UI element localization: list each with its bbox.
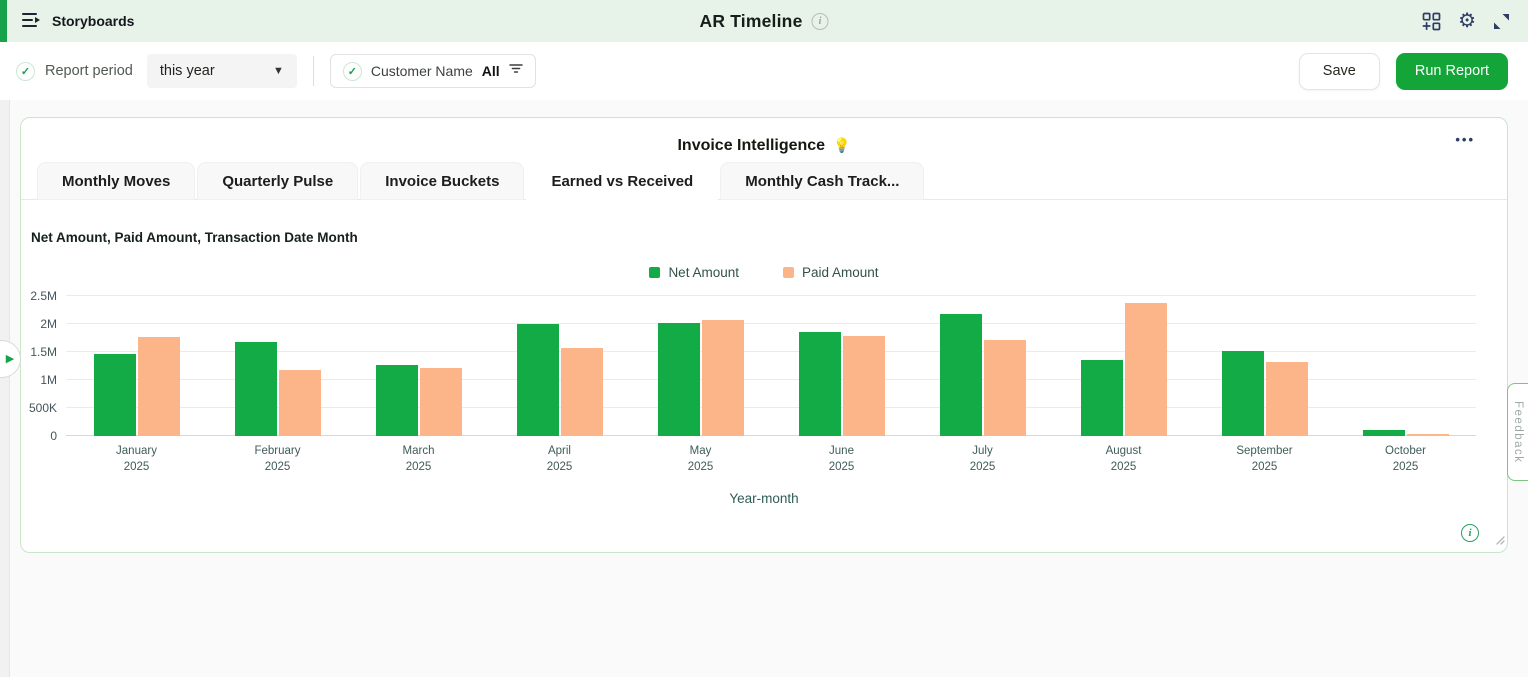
chart-legend: Net Amount Paid Amount [21,265,1507,280]
bar-net-amount-january-2025[interactable] [94,354,136,436]
bar-paid-amount-february-2025[interactable] [279,370,321,436]
customer-name-filter[interactable]: ✓ Customer Name All [330,54,536,88]
chevron-down-icon: ▼ [273,65,284,77]
resize-handle-icon[interactable] [1494,532,1505,550]
x-tick-label-march-2025: March2025 [348,444,489,475]
bar-paid-amount-may-2025[interactable] [702,320,744,436]
bar-net-amount-september-2025[interactable] [1222,351,1264,436]
bars-row [66,296,1476,436]
bar-net-amount-june-2025[interactable] [799,332,841,436]
chart-info-icon[interactable]: i [1461,524,1479,542]
bar-paid-amount-october-2025[interactable] [1407,434,1449,436]
bar-group-august-2025 [1053,296,1194,436]
customer-filter-label: Customer Name [371,63,473,79]
card-tabstrip: Monthly MovesQuarterly PulseInvoice Buck… [21,162,1507,200]
customer-check-icon: ✓ [343,62,362,81]
x-tick-label-april-2025: April2025 [489,444,630,475]
bar-group-october-2025 [1335,296,1476,436]
storyboards-menu[interactable]: Storyboards [21,11,134,32]
x-tick-label-june-2025: June2025 [771,444,912,475]
report-period-value: this year [160,63,215,79]
bar-group-july-2025 [912,296,1053,436]
bar-group-january-2025 [66,296,207,436]
expand-right-arrow-icon: ▶ [6,354,14,365]
filter-bar: ✓ Report period this year ▼ ✓ Customer N… [0,42,1528,100]
bar-net-amount-october-2025[interactable] [1363,430,1405,436]
x-tick-label-october-2025: October2025 [1335,444,1476,475]
title-info-icon[interactable]: i [812,13,829,30]
brand-accent-bar [0,0,7,42]
bar-group-february-2025 [207,296,348,436]
y-tick-label: 2.5M [30,289,57,303]
x-tick-label-august-2025: August2025 [1053,444,1194,475]
x-tick-label-september-2025: September2025 [1194,444,1335,475]
y-tick-label: 1.5M [30,345,57,359]
report-period-check-icon[interactable]: ✓ [16,62,35,81]
bar-net-amount-may-2025[interactable] [658,323,700,436]
customer-filter-value: All [482,63,500,79]
feedback-tab[interactable]: Feedback [1507,383,1528,481]
y-tick-label: 500K [29,401,57,415]
card-title: Invoice Intelligence [677,137,825,155]
bar-paid-amount-september-2025[interactable] [1266,362,1308,436]
y-tick-label: 2M [40,317,57,331]
bar-group-september-2025 [1194,296,1335,436]
tab-quarterly-pulse[interactable]: Quarterly Pulse [197,162,358,200]
report-period-label: Report period [45,63,133,79]
legend-label: Net Amount [668,265,739,280]
tab-monthly-moves[interactable]: Monthly Moves [37,162,195,200]
card-more-menu-icon[interactable]: ••• [1455,132,1475,147]
y-tick-label: 0 [50,429,57,443]
legend-swatch [649,267,660,278]
filter-divider [313,56,314,86]
bar-paid-amount-june-2025[interactable] [843,336,885,436]
top-bar: Storyboards AR Timeline i ⚙ [0,0,1528,42]
bar-net-amount-august-2025[interactable] [1081,360,1123,436]
bar-net-amount-march-2025[interactable] [376,365,418,436]
bar-group-june-2025 [771,296,912,436]
bar-paid-amount-march-2025[interactable] [420,368,462,436]
bar-paid-amount-april-2025[interactable] [561,348,603,436]
y-tick-label: 1M [40,373,57,387]
legend-swatch [783,267,794,278]
x-tick-label-may-2025: May2025 [630,444,771,475]
bar-paid-amount-august-2025[interactable] [1125,303,1167,436]
bar-net-amount-april-2025[interactable] [517,324,559,436]
add-widget-icon[interactable] [1422,12,1441,31]
run-report-button[interactable]: Run Report [1396,53,1508,90]
x-tick-label-february-2025: February2025 [207,444,348,475]
chart-title: Net Amount, Paid Amount, Transaction Dat… [31,230,1507,245]
lightbulb-icon: 💡 [833,137,850,154]
settings-gear-icon[interactable]: ⚙ [1458,11,1476,31]
save-button[interactable]: Save [1299,53,1380,90]
bar-group-march-2025 [348,296,489,436]
feedback-label: Feedback [1512,401,1524,464]
storyboards-list-icon [21,11,42,32]
bar-paid-amount-january-2025[interactable] [138,337,180,436]
bar-net-amount-february-2025[interactable] [235,342,277,436]
expand-icon[interactable] [1493,13,1510,30]
storyboards-label: Storyboards [52,13,134,29]
report-period-dropdown[interactable]: this year ▼ [147,54,297,88]
tab-earned-vs-received[interactable]: Earned vs Received [526,162,718,200]
left-collapsed-panel-rail [0,100,10,677]
bar-net-amount-july-2025[interactable] [940,314,982,436]
chart-plot: 0500K1M1.5M2M2.5M [66,296,1476,436]
bar-group-april-2025 [489,296,630,436]
invoice-intelligence-card: Invoice Intelligence 💡 ••• Monthly Moves… [20,117,1508,553]
bar-group-may-2025 [630,296,771,436]
legend-item-paid-amount[interactable]: Paid Amount [783,265,879,280]
x-tick-label-january-2025: January2025 [66,444,207,475]
tab-monthly-cash-track[interactable]: Monthly Cash Track... [720,162,924,200]
filter-funnel-icon [509,62,523,80]
legend-label: Paid Amount [802,265,879,280]
x-axis-ticks: January2025February2025March2025April202… [66,444,1476,475]
bar-paid-amount-july-2025[interactable] [984,340,1026,436]
x-tick-label-july-2025: July2025 [912,444,1053,475]
x-axis-label: Year-month [21,491,1507,506]
tab-invoice-buckets[interactable]: Invoice Buckets [360,162,524,200]
legend-item-net-amount[interactable]: Net Amount [649,265,739,280]
page-title: AR Timeline [699,11,802,32]
page-title-wrap: AR Timeline i [699,11,828,32]
